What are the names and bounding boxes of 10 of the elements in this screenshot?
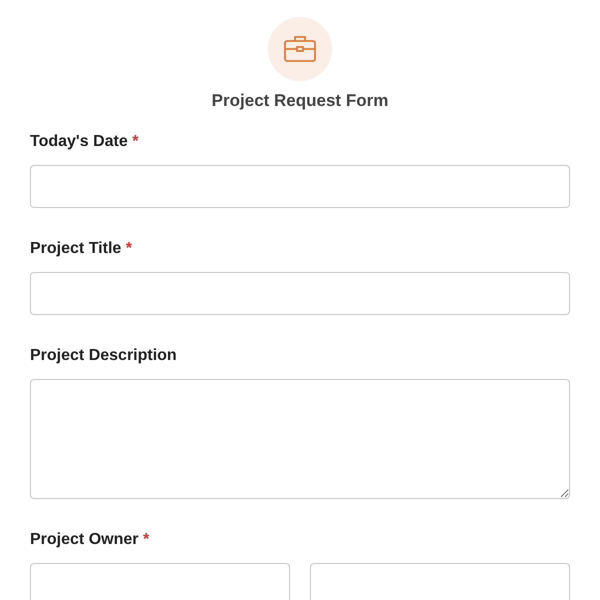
field-label: Today's Date * xyxy=(30,133,140,151)
form-title: Project Request Form xyxy=(212,91,388,111)
field-label: Project Description xyxy=(30,347,178,365)
field-label: Project Title * xyxy=(30,240,133,258)
text-field[interactable] xyxy=(30,165,570,208)
text-field[interactable] xyxy=(30,272,570,315)
text-area[interactable] xyxy=(30,379,570,499)
text-field[interactable] xyxy=(30,563,290,600)
text-field[interactable] xyxy=(310,563,570,600)
field-label: Project Owner * xyxy=(30,531,150,549)
